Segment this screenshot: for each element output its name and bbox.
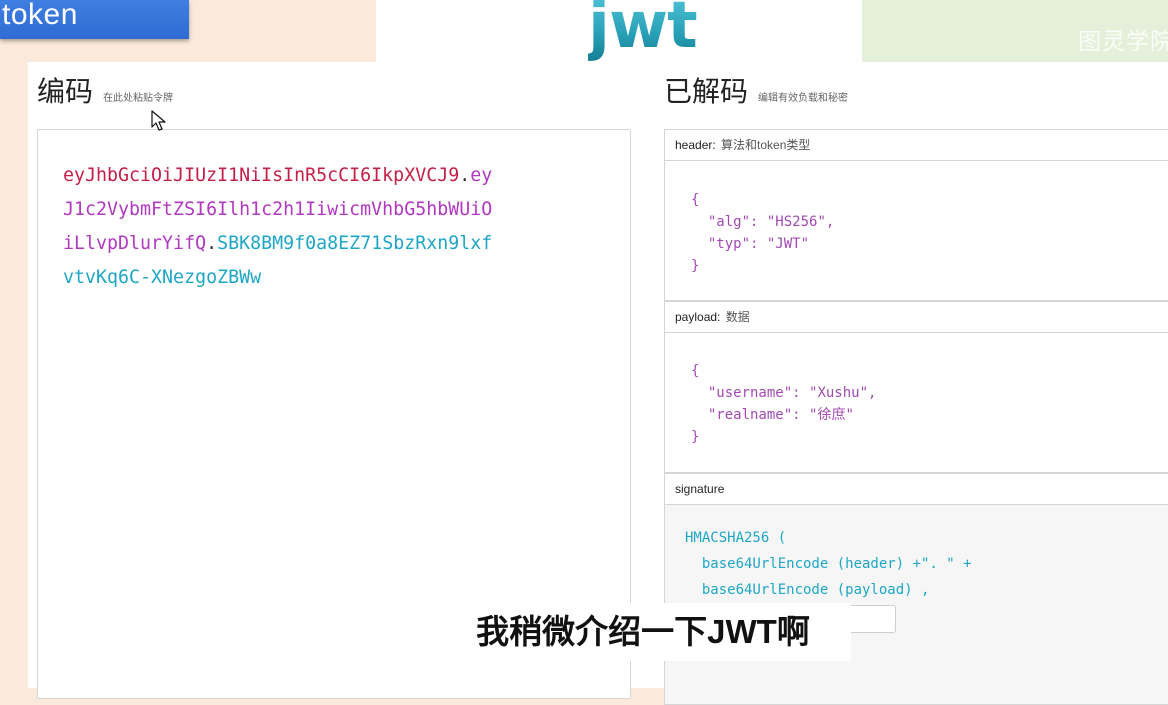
token-line: eyJhbGciOiJIUzI1NiIsInR5cCI6IkpXVCJ9.ey xyxy=(63,159,563,193)
payload-json-token: : xyxy=(792,407,810,423)
signature-code-line: base64UrlEncode (payload) , xyxy=(685,582,930,598)
token-signature-segment: SBK8BM9f0a8EZ71SbzRxn9lxf xyxy=(217,233,493,254)
header-label: header: xyxy=(675,138,716,152)
watermark-text: 图灵学院 xyxy=(1078,28,1168,54)
encoded-title: 编码 xyxy=(37,76,94,107)
header-json-token: , xyxy=(825,214,835,230)
header-json-token: : xyxy=(750,214,767,230)
payload-desc: 数据 xyxy=(725,310,750,324)
header-json-token: : xyxy=(750,236,767,252)
payload-json-token: "Xushu" xyxy=(809,385,869,401)
header-json-editor[interactable]: { "alg": "HS256", "typ": "JWT"} xyxy=(664,161,1168,301)
token-line: J1c2VybmFtZSI6Ilh1c2h1IiwicmVhbG5hbWUiO xyxy=(63,193,563,227)
header-json-line: } xyxy=(691,255,834,277)
header-json-token: "HS256" xyxy=(766,214,826,230)
token-line: vtvKq6C-XNezgoZBWw xyxy=(63,261,563,295)
token-payload-segment: ey xyxy=(470,165,493,186)
subtitle-box: 我稍微介绍一下JWT啊 xyxy=(435,603,851,661)
mouse-cursor-icon xyxy=(151,110,166,131)
token-payload-segment: iLlvpDlurYifQ xyxy=(63,233,207,254)
payload-label: payload: xyxy=(675,310,721,324)
payload-json: { "username": "Xushu", "realname": "徐庶"} xyxy=(691,360,876,448)
payload-json-line: } xyxy=(691,426,876,448)
token-dot-segment: . xyxy=(206,233,218,254)
jwt-logo: jwt xyxy=(588,0,708,62)
header-json-token: "typ" xyxy=(691,236,751,252)
signature-code: HMACSHA256 ( base64UrlEncode (header) +"… xyxy=(685,525,972,603)
signature-section-title: signature xyxy=(664,473,1168,505)
payload-json-token: "realname" xyxy=(691,407,793,423)
decoded-title: 已解码 xyxy=(664,76,749,107)
payload-json-token: , xyxy=(868,385,877,401)
encoded-heading: 编码 在此处粘贴令牌 xyxy=(37,70,173,110)
header-desc: 算法和token类型 xyxy=(721,138,811,152)
header-json-line: "alg": "HS256", xyxy=(691,211,834,233)
payload-json-editor[interactable]: { "username": "Xushu", "realname": "徐庶"} xyxy=(664,333,1168,473)
payload-json-line: { xyxy=(691,360,876,382)
payload-json-token: "徐庶" xyxy=(809,407,854,423)
payload-json-token: : xyxy=(792,385,810,401)
header-json-token: "alg" xyxy=(691,214,751,230)
subtitle-text: 我稍微介绍一下JWT啊 xyxy=(476,613,810,650)
header-json-token: "JWT" xyxy=(766,236,810,252)
payload-json-line: "realname": "徐庶" xyxy=(691,404,876,426)
encoded-hint: 在此处粘贴令牌 xyxy=(103,93,174,104)
header-json-line: "typ": "JWT" xyxy=(691,233,834,255)
signature-label: signature xyxy=(675,482,725,496)
encoded-token-text: eyJhbGciOiJIUzI1NiIsInR5cCI6IkpXVCJ9.ey J… xyxy=(63,159,563,295)
secret-input[interactable] xyxy=(846,605,896,633)
payload-json-line: "username": "Xushu", xyxy=(691,382,877,404)
signature-code-line: base64UrlEncode (header) +". " + xyxy=(685,556,972,572)
token-line: iLlvpDlurYifQ.SBK8BM9f0a8EZ71SbzRxn9lxf xyxy=(63,227,563,261)
token-dot-segment: . xyxy=(459,165,471,186)
decoded-heading: 已解码 编辑有效负载和秘密 xyxy=(664,70,848,110)
token-payload-segment: J1c2VybmFtZSI6Ilh1c2h1IiwicmVhbG5hbWUiO xyxy=(63,199,493,220)
payload-json-token: "username" xyxy=(691,385,793,401)
token-tab: token xyxy=(0,0,189,39)
header-json-token: } xyxy=(691,258,700,274)
payload-section-title: payload: 数据 xyxy=(664,301,1168,333)
payload-json-token: { xyxy=(691,363,700,379)
header-json: { "alg": "HS256", "typ": "JWT"} xyxy=(691,189,834,277)
signature-code-line: HMACSHA256 ( xyxy=(685,530,787,546)
header-json-token: { xyxy=(691,192,700,208)
token-header-segment: eyJhbGciOiJIUzI1NiIsInR5cCI6IkpXVCJ9 xyxy=(63,165,460,186)
header-section-title: header: 算法和token类型 xyxy=(664,129,1168,161)
payload-json-token: } xyxy=(691,429,700,445)
header-json-line: { xyxy=(691,189,834,211)
decoded-hint: 编辑有效负载和秘密 xyxy=(758,93,849,104)
token-signature-segment: vtvKq6C-XNezgoZBWw xyxy=(63,267,262,288)
